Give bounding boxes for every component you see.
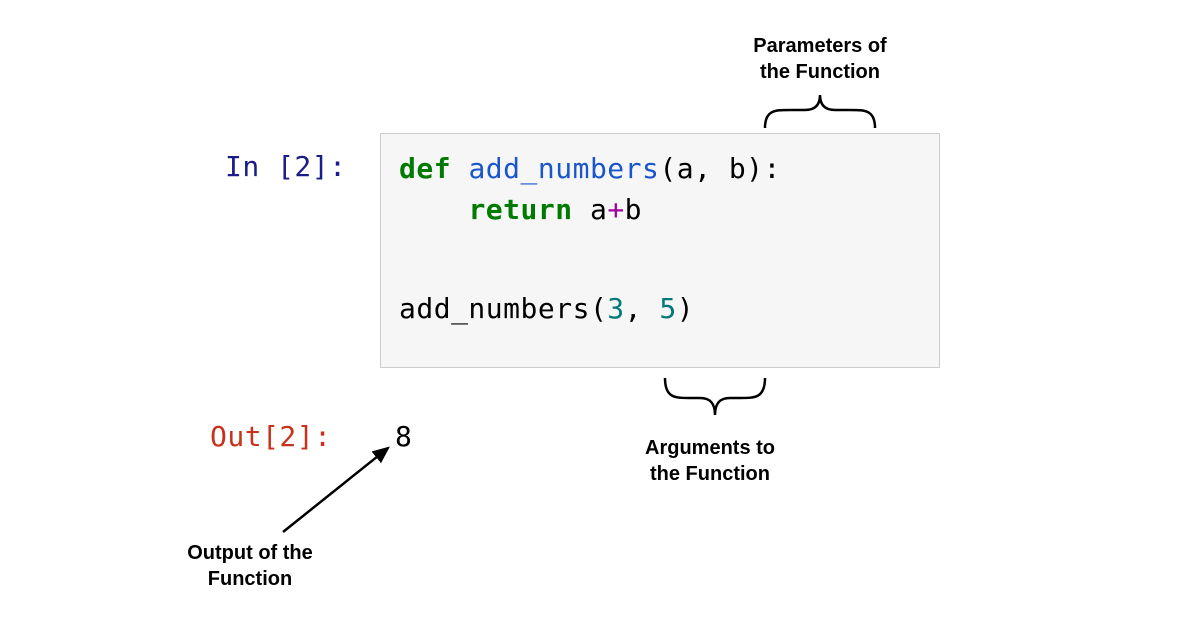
out-prompt-text: Out[2]: bbox=[210, 420, 332, 453]
var-b: b bbox=[625, 193, 642, 226]
annotation-output-line2: Function bbox=[208, 568, 292, 590]
annotation-args-line2: the Function bbox=[650, 463, 770, 485]
var-a: a bbox=[590, 193, 607, 226]
code-cell: def add_numbers(a, b): return a+b add_nu… bbox=[380, 133, 940, 368]
annotation-params-line2: the Function bbox=[760, 61, 880, 83]
output-prompt: Out[2]: bbox=[210, 420, 332, 453]
annotation-output: Output of the Function bbox=[155, 540, 345, 592]
call-paren-open: ( bbox=[590, 292, 607, 325]
code-line-3 bbox=[399, 230, 921, 271]
brace-arguments-icon bbox=[665, 378, 765, 415]
code-line-2: return a+b bbox=[399, 190, 921, 231]
arrow-output-icon bbox=[283, 448, 388, 532]
space bbox=[573, 193, 590, 226]
brace-parameters-icon bbox=[765, 95, 875, 128]
input-prompt: In [2]: bbox=[225, 150, 347, 183]
keyword-return: return bbox=[468, 193, 572, 226]
arg-1: 3 bbox=[607, 292, 624, 325]
annotation-output-line1: Output of the bbox=[187, 542, 313, 564]
code-line-4: add_numbers(3, 5) bbox=[399, 289, 921, 330]
annotation-parameters: Parameters of the Function bbox=[710, 33, 930, 85]
function-call-name: add_numbers bbox=[399, 292, 590, 325]
in-prompt-text: In [2]: bbox=[225, 150, 347, 183]
call-paren-close: ) bbox=[677, 292, 694, 325]
indent bbox=[399, 193, 468, 226]
paren-close-colon: ): bbox=[746, 152, 781, 185]
annotation-params-line1: Parameters of bbox=[753, 35, 886, 57]
arg-2: 5 bbox=[659, 292, 676, 325]
arg-comma: , bbox=[625, 292, 660, 325]
output-number: 8 bbox=[395, 420, 412, 453]
operator-plus: + bbox=[607, 193, 624, 226]
param-a: a bbox=[677, 152, 694, 185]
paren-open: ( bbox=[659, 152, 676, 185]
function-name-def: add_numbers bbox=[468, 152, 659, 185]
keyword-def: def bbox=[399, 152, 451, 185]
param-b: b bbox=[729, 152, 746, 185]
output-value: 8 bbox=[395, 420, 412, 453]
annotation-args-line1: Arguments to bbox=[645, 437, 775, 459]
code-line-1: def add_numbers(a, b): bbox=[399, 149, 921, 190]
annotation-arguments: Arguments to the Function bbox=[610, 435, 810, 487]
param-comma: , bbox=[694, 152, 729, 185]
